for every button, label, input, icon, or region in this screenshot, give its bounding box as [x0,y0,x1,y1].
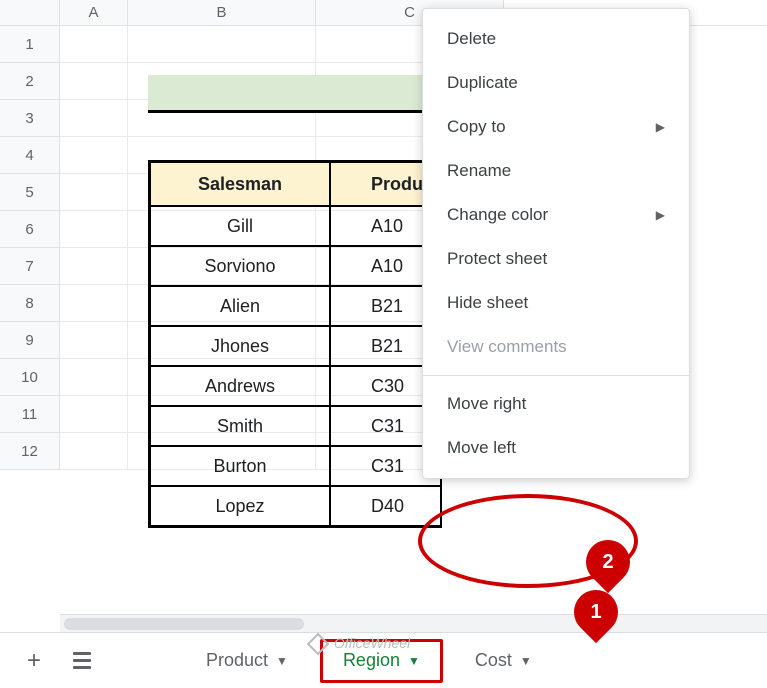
menu-label: View comments [447,337,567,357]
sheet-tabbar: + Product ▼ Region ▼ Cost ▼ [0,632,767,688]
table-cell[interactable]: D40 [330,486,440,526]
row-header[interactable]: 5 [0,174,60,211]
sheet-tab-label: Product [206,650,268,671]
caret-down-icon: ▼ [408,654,420,668]
sheet-tab-label: Cost [475,650,512,671]
cell[interactable] [60,137,128,174]
cell[interactable] [60,174,128,211]
all-sheets-button[interactable] [58,637,106,685]
table-cell[interactable]: Jhones [150,326,330,366]
row-header[interactable]: 11 [0,396,60,433]
col-header-b[interactable]: B [128,0,316,25]
row-header[interactable]: 12 [0,433,60,470]
caret-down-icon: ▼ [276,654,288,668]
submenu-arrow-icon: ▶ [656,120,665,134]
menu-label: Copy to [447,117,506,137]
select-all-corner[interactable] [0,0,60,25]
cell[interactable] [60,396,128,433]
menu-label: Hide sheet [447,293,528,313]
row-header[interactable]: 1 [0,26,60,63]
submenu-arrow-icon: ▶ [656,208,665,222]
badge-number: 2 [602,551,613,574]
menu-label: Duplicate [447,73,518,93]
table-header-salesman[interactable]: Salesman [150,162,330,206]
cell[interactable] [60,211,128,248]
badge-number: 1 [590,601,601,624]
row-header[interactable]: 6 [0,211,60,248]
cell[interactable] [60,285,128,322]
cell[interactable] [60,100,128,137]
cell[interactable] [60,63,128,100]
table-cell[interactable]: Alien [150,286,330,326]
menu-delete[interactable]: Delete [423,17,689,61]
table-cell[interactable]: Sorviono [150,246,330,286]
menu-protect-sheet[interactable]: Protect sheet [423,237,689,281]
table-cell[interactable]: Andrews [150,366,330,406]
table-cell[interactable]: Gill [150,206,330,246]
menu-move-left[interactable]: Move left [423,426,689,470]
scrollbar-thumb[interactable] [64,618,304,630]
menu-label: Protect sheet [447,249,547,269]
menu-label: Rename [447,161,511,181]
cell[interactable] [60,26,128,63]
sheet-tab-cost[interactable]: Cost ▼ [455,639,552,683]
table-cell[interactable]: Lopez [150,486,330,526]
menu-divider [423,375,689,376]
caret-down-icon: ▼ [520,654,532,668]
sheet-tab-label: Region [343,650,400,671]
cell[interactable] [60,359,128,396]
menu-duplicate[interactable]: Duplicate [423,61,689,105]
horizontal-scrollbar[interactable] [60,614,767,632]
row-header[interactable]: 7 [0,248,60,285]
cell[interactable] [60,248,128,285]
row-header[interactable]: 4 [0,137,60,174]
menu-copy-to[interactable]: Copy to ▶ [423,105,689,149]
sheet-context-menu: Delete Duplicate Copy to ▶ Rename Change … [422,8,690,479]
annotation-badge-2: 2 [577,531,639,593]
menu-move-right[interactable]: Move right [423,382,689,426]
cell[interactable] [60,433,128,470]
plus-icon: + [27,647,41,675]
sheet-tab-region[interactable]: Region ▼ [320,639,443,683]
add-sheet-button[interactable]: + [10,637,58,685]
menu-label: Move right [447,394,526,414]
table-cell[interactable]: Smith [150,406,330,446]
table-cell[interactable]: Burton [150,446,330,486]
menu-label: Delete [447,29,496,49]
row-header[interactable]: 3 [0,100,60,137]
data-table: Salesman Produ GillA10 SorvionoA10 Alien… [148,160,442,528]
hamburger-icon [73,652,91,669]
menu-view-comments: View comments [423,325,689,369]
cell[interactable] [60,322,128,359]
menu-hide-sheet[interactable]: Hide sheet [423,281,689,325]
row-header[interactable]: 8 [0,285,60,322]
menu-label: Change color [447,205,548,225]
row-header[interactable]: 10 [0,359,60,396]
sheet-tab-product[interactable]: Product ▼ [186,639,308,683]
cell[interactable] [128,26,316,63]
menu-label: Move left [447,438,516,458]
menu-change-color[interactable]: Change color ▶ [423,193,689,237]
row-header[interactable]: 9 [0,322,60,359]
menu-rename[interactable]: Rename [423,149,689,193]
col-header-a[interactable]: A [60,0,128,25]
row-header[interactable]: 2 [0,63,60,100]
